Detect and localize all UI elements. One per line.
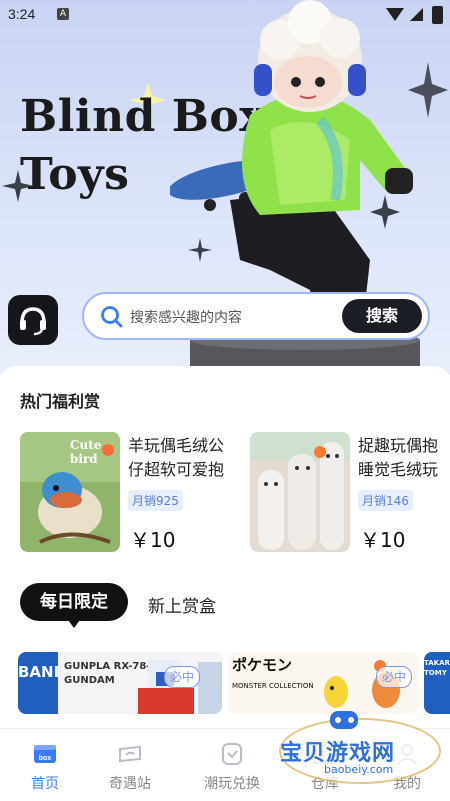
brand-logo: TAKARA TOMY	[424, 659, 450, 677]
guaranteed-badge: 必中	[164, 666, 200, 688]
content-panel: 热门福利赏 Cute bird 羊玩偶毛绒公 仔超软可爱抱 月销925 ￥10	[0, 366, 450, 728]
sales-badge: 月销146	[358, 490, 413, 511]
product-image[interactable]: Cute bird	[20, 432, 120, 552]
watermark-url: baobeiy.com	[324, 763, 394, 776]
search-icon	[101, 306, 123, 328]
product-image-text: Cute bird	[70, 438, 102, 466]
nav-label: 潮玩兑换	[204, 776, 260, 792]
ticket-icon	[119, 745, 141, 763]
tab-new-boxes[interactable]: 新上赏盒	[148, 592, 216, 617]
product-name-line2: 仔超软可爱抱	[128, 460, 225, 479]
nav-label: 奇遇站	[109, 776, 151, 792]
product-image[interactable]	[250, 432, 350, 552]
box-image-text: MONSTER COLLECTION	[232, 682, 314, 690]
box-icon: box	[34, 745, 56, 763]
guaranteed-badge: 必中	[376, 666, 412, 688]
brand-logo: ポケモン	[232, 656, 293, 674]
hot-section-title: 热门福利赏	[20, 392, 101, 411]
product-price: ￥10	[360, 528, 406, 552]
product-card[interactable]: Cute bird 羊玩偶毛绒公 仔超软可爱抱 月销925 ￥10	[20, 432, 240, 552]
customer-service-button[interactable]	[8, 295, 58, 345]
nav-exchange[interactable]: 潮玩兑换	[187, 729, 277, 801]
product-name-line1: 羊玩偶毛绒公	[128, 436, 225, 455]
nav-label: 首页	[31, 776, 59, 792]
nav-home[interactable]: box 首页	[0, 729, 90, 801]
sales-badge: 月销925	[128, 490, 183, 511]
search-placeholder[interactable]: 搜索感兴趣的内容	[130, 307, 242, 327]
cat-plush-image	[250, 432, 350, 552]
headset-icon	[20, 307, 46, 336]
exchange-icon	[222, 743, 242, 765]
product-price: ￥10	[130, 528, 176, 552]
hero-banner: 3:24 A Blind Box Toys 搜索感兴趣的内容 搜索	[0, 0, 450, 375]
product-name-line1: 捉趣玩偶抱	[358, 436, 439, 455]
product-card[interactable]: 捉趣玩偶抱 睡觉毛绒玩 月销146 ￥10	[250, 432, 450, 552]
product-name[interactable]: 羊玩偶毛绒公 仔超软可爱抱	[128, 434, 240, 482]
tab-daily-limited[interactable]: 每日限定	[20, 583, 128, 628]
nav-encounter[interactable]: 奇遇站	[85, 729, 175, 801]
product-name[interactable]: 捉趣玩偶抱 睡觉毛绒玩	[358, 434, 450, 482]
search-button[interactable]: 搜索	[342, 299, 422, 333]
svg-text:box: box	[39, 755, 52, 762]
brand-logo: BANDAI	[18, 652, 58, 714]
search-bar[interactable]: 搜索感兴趣的内容 搜索	[82, 292, 430, 340]
box-card[interactable]: BANDAI GUNPLA RX-78-2 GUNDAM 必中	[18, 652, 222, 714]
site-watermark: 宝贝游戏网 baobeiy.com	[272, 705, 442, 785]
product-name-line2: 睡觉毛绒玩	[358, 460, 439, 479]
